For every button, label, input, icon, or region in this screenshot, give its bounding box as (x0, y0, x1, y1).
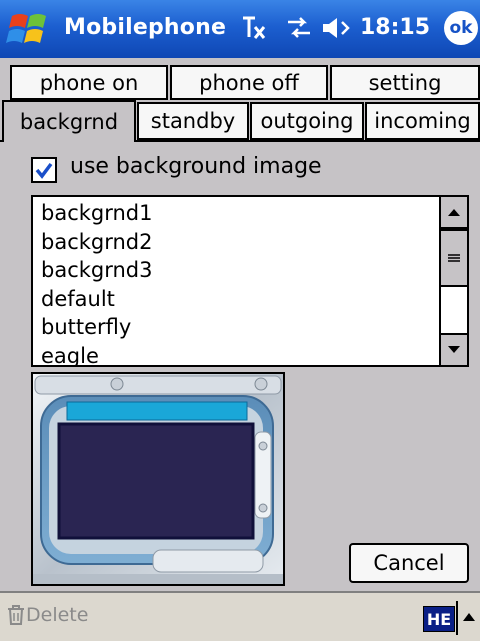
tab-label: setting (368, 70, 442, 95)
background-listbox[interactable]: backgrnd1 backgrnd2 backgrnd3 default bu… (31, 195, 469, 367)
list-items: backgrnd1 backgrnd2 backgrnd3 default bu… (41, 199, 153, 366)
tab-standby[interactable]: standby (137, 102, 249, 140)
tab-label: phone off (199, 70, 299, 95)
tab-label: standby (150, 109, 236, 133)
delete-menu-item[interactable]: Delete (6, 604, 88, 626)
menu-bar: Delete HE (0, 591, 480, 641)
tab-phone-off[interactable]: phone off (170, 65, 328, 100)
tab-phone-on[interactable]: phone on (10, 65, 168, 100)
checkmark-icon (35, 162, 53, 179)
tab-label: outgoing (260, 109, 354, 133)
delete-label: Delete (26, 604, 89, 626)
scroll-thumb[interactable] (441, 229, 467, 287)
speaker-icon[interactable] (320, 13, 352, 43)
list-item[interactable]: backgrnd2 (41, 228, 153, 257)
clock[interactable]: 18:15 (360, 15, 430, 40)
arrow-down-icon (448, 346, 460, 353)
connectivity-icon[interactable] (284, 13, 314, 43)
arrow-up-icon (448, 209, 460, 216)
text-input-icon[interactable] (240, 13, 270, 43)
grip-icon (448, 254, 460, 262)
tab-outgoing[interactable]: outgoing (250, 102, 364, 140)
background-preview (31, 372, 285, 586)
listbox-scrollbar[interactable] (439, 197, 467, 365)
list-item[interactable]: backgrnd3 (41, 256, 153, 285)
trash-icon (8, 605, 24, 625)
use-background-checkbox[interactable] (31, 157, 57, 183)
tab-backgrnd[interactable]: backgrnd (2, 100, 136, 142)
title-bar: Mobilephone 18:15 ok (0, 0, 480, 58)
windows-start-icon[interactable] (6, 10, 54, 50)
list-item[interactable]: butterfly (41, 313, 153, 342)
cancel-button[interactable]: Cancel (349, 543, 469, 583)
background-preview-image (33, 374, 283, 584)
list-item[interactable]: backgrnd1 (41, 199, 153, 228)
sip-divider (456, 601, 458, 635)
app-title: Mobilephone (64, 15, 227, 40)
scroll-down-button[interactable] (441, 333, 467, 365)
ok-button[interactable]: ok (444, 11, 478, 45)
list-item[interactable]: eagle (41, 342, 153, 366)
tab-label: phone on (39, 70, 139, 95)
use-background-label[interactable]: use background image (70, 154, 322, 179)
tab-label: backgrnd (19, 110, 119, 134)
list-item[interactable]: default (41, 285, 153, 314)
tab-setting[interactable]: setting (330, 65, 480, 100)
tab-incoming[interactable]: incoming (365, 102, 480, 140)
tab-label: incoming (374, 109, 471, 133)
scroll-up-button[interactable] (441, 197, 467, 229)
input-language-button[interactable]: HE (423, 606, 455, 632)
sip-up-arrow-icon[interactable] (462, 611, 476, 623)
